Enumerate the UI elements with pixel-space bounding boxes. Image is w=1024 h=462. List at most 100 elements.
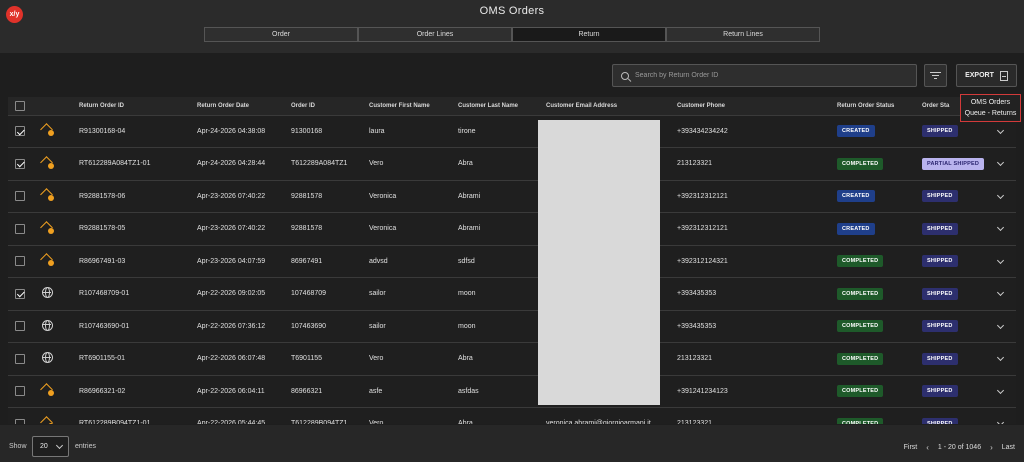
return-order-id[interactable]: R86967491-03: [79, 245, 197, 278]
last-page-link[interactable]: Last: [1002, 444, 1015, 451]
return-order-id[interactable]: RT612289B094TZ1-01: [79, 407, 197, 424]
expand-cell[interactable]: [992, 245, 1016, 278]
customer-last-name: moon: [458, 310, 546, 343]
row-checkbox[interactable]: [15, 191, 25, 202]
customer-last-name: sdfsd: [458, 245, 546, 278]
table-row[interactable]: R91300168-04 Apr-24-2026 04:38:08 91300168…: [8, 115, 1016, 148]
return-status-cell: COMPLETED: [837, 245, 922, 278]
table-row[interactable]: R92881578-06 Apr-23-2026 07:40:22 92881578…: [8, 180, 1016, 213]
expand-cell[interactable]: [992, 277, 1016, 311]
return-order-id[interactable]: R107468709-01: [79, 277, 197, 311]
return-order-id[interactable]: R86966321-02: [79, 375, 197, 408]
chevron-down-icon[interactable]: [996, 224, 1005, 232]
tab-order[interactable]: Order: [204, 27, 358, 42]
expand-cell[interactable]: [992, 375, 1016, 408]
page-size-select[interactable]: 20: [32, 436, 69, 457]
expand-cell[interactable]: [992, 310, 1016, 343]
search-input[interactable]: [635, 72, 915, 79]
table-row[interactable]: R86967491-03 Apr-23-2026 04:07:59 86967491…: [8, 245, 1016, 278]
chevron-down-icon[interactable]: [996, 354, 1005, 362]
row-checkbox[interactable]: [15, 126, 25, 137]
col-customer-phone[interactable]: Customer Phone: [677, 97, 837, 116]
page-size-value: 20: [40, 443, 48, 450]
table-row[interactable]: R107463690-01 Apr-22-2026 07:36:12 1074636…: [8, 310, 1016, 343]
chevron-down-icon[interactable]: [996, 386, 1005, 394]
tab-order-lines[interactable]: Order Lines: [358, 27, 512, 42]
row-checkbox[interactable]: [15, 158, 25, 169]
row-checkbox[interactable]: [15, 223, 25, 234]
col-return-order-date[interactable]: Return Order Date: [197, 97, 291, 116]
row-select-cell[interactable]: [8, 115, 35, 148]
expand-cell[interactable]: [992, 212, 1016, 246]
return-order-id[interactable]: RT6901155-01: [79, 342, 197, 376]
row-checkbox[interactable]: [15, 386, 25, 397]
chevron-down-icon[interactable]: [996, 159, 1005, 167]
col-order-id[interactable]: Order ID: [291, 97, 369, 116]
row-checkbox[interactable]: [15, 288, 25, 299]
return-order-id[interactable]: RT612289A084TZ1-01: [79, 147, 197, 181]
expand-cell[interactable]: [992, 147, 1016, 181]
return-status-badge: COMPLETED: [837, 255, 884, 268]
export-label: EXPORT: [965, 72, 994, 79]
page-range: 1 - 20 of 1046: [937, 444, 982, 451]
chevron-down-icon[interactable]: [996, 419, 1005, 424]
tab-return[interactable]: Return: [512, 27, 666, 42]
expand-cell[interactable]: [992, 407, 1016, 424]
row-select-cell[interactable]: [8, 342, 35, 376]
row-select-cell[interactable]: [8, 180, 35, 213]
chevron-down-icon[interactable]: [996, 289, 1005, 297]
col-customer-last-name[interactable]: Customer Last Name: [458, 97, 546, 116]
select-all-checkbox[interactable]: [15, 100, 25, 111]
col-customer-email[interactable]: Customer Email Address: [546, 97, 677, 116]
row-select-cell[interactable]: [8, 407, 35, 424]
table-header-row: Return Order ID Return Order Date Order …: [8, 97, 1016, 116]
order-id: 91300168: [291, 115, 369, 148]
prev-page-icon[interactable]: ‹: [926, 443, 929, 452]
chevron-down-icon[interactable]: [996, 321, 1005, 329]
export-button[interactable]: EXPORT: [956, 64, 1017, 87]
row-select-cell[interactable]: [8, 212, 35, 246]
return-order-id[interactable]: R92881578-05: [79, 212, 197, 246]
return-order-id[interactable]: R92881578-06: [79, 180, 197, 213]
expand-cell[interactable]: [992, 180, 1016, 213]
row-select-cell[interactable]: [8, 277, 35, 311]
return-order-date: Apr-23-2026 07:40:22: [197, 180, 291, 213]
customer-last-name: tirone: [458, 115, 546, 148]
return-order-id[interactable]: R107463690-01: [79, 310, 197, 343]
tab-return-lines[interactable]: Return Lines: [666, 27, 820, 42]
filter-button[interactable]: [924, 64, 947, 87]
return-status-badge: COMPLETED: [837, 157, 884, 170]
row-checkbox[interactable]: [15, 418, 25, 424]
return-order-id[interactable]: R91300168-04: [79, 115, 197, 148]
chevron-down-icon[interactable]: [996, 191, 1005, 199]
home-icon: [41, 254, 54, 267]
order-status-cell: SHIPPED: [922, 180, 992, 213]
search-box[interactable]: [612, 64, 917, 87]
row-select-cell[interactable]: [8, 310, 35, 343]
expand-cell[interactable]: [992, 342, 1016, 376]
col-return-order-status[interactable]: Return Order Status: [837, 97, 922, 116]
table-row[interactable]: R92881578-05 Apr-23-2026 07:40:22 92881578…: [8, 212, 1016, 246]
col-customer-first-name[interactable]: Customer First Name: [369, 97, 458, 116]
row-select-cell[interactable]: [8, 245, 35, 278]
chevron-down-icon[interactable]: [996, 256, 1005, 264]
next-page-icon[interactable]: ›: [990, 443, 993, 452]
table-row[interactable]: R107468709-01 Apr-22-2026 09:02:05 1074687…: [8, 277, 1016, 311]
customer-last-name: asfdas: [458, 375, 546, 408]
entries-label: entries: [75, 443, 97, 450]
row-checkbox[interactable]: [15, 321, 25, 332]
customer-last-name: Abra: [458, 407, 546, 424]
chevron-down-icon[interactable]: [996, 126, 1005, 134]
table-row[interactable]: RT612289A084TZ1-01 Apr-24-2026 04:28:44 T6…: [8, 147, 1016, 181]
table-row[interactable]: RT6901155-01 Apr-22-2026 06:07:48 T6901155…: [8, 342, 1016, 376]
row-select-cell[interactable]: [8, 147, 35, 181]
row-select-cell[interactable]: [8, 375, 35, 408]
row-icon-cell: [35, 407, 79, 424]
first-page-link[interactable]: First: [904, 444, 918, 451]
col-return-order-id[interactable]: Return Order ID: [79, 97, 197, 116]
row-checkbox[interactable]: [15, 353, 25, 364]
row-checkbox[interactable]: [15, 256, 25, 267]
table-row[interactable]: R86966321-02 Apr-22-2026 06:04:11 86966321…: [8, 375, 1016, 408]
select-all-header[interactable]: [8, 97, 35, 116]
table-row[interactable]: RT612289B094TZ1-01 Apr-22-2026 05:44:45 T6…: [8, 407, 1016, 424]
